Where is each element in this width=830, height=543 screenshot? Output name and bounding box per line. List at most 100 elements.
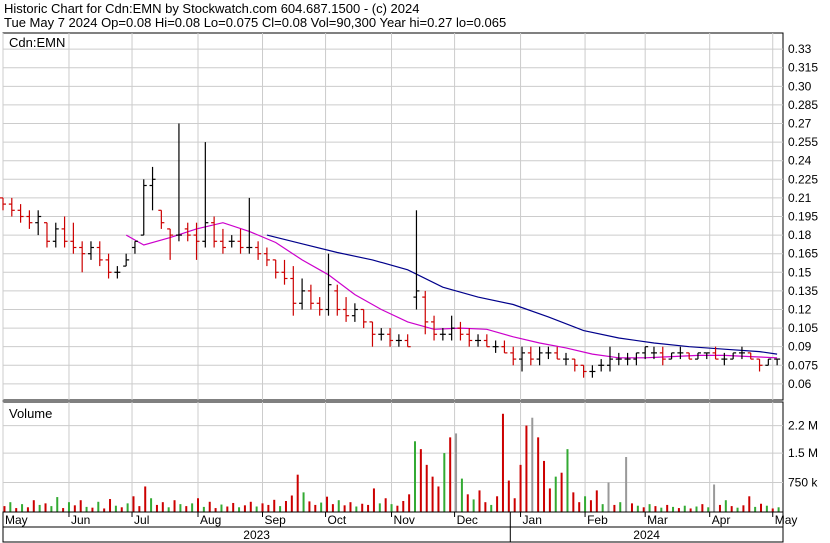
volume-bar xyxy=(689,508,692,512)
volume-bar xyxy=(378,503,381,512)
volume-bar xyxy=(337,500,340,512)
volume-bar xyxy=(261,503,264,512)
volume-bar xyxy=(777,507,780,512)
volume-bar xyxy=(15,508,18,512)
price-y-tick-label: 0.285 xyxy=(788,98,818,112)
volume-bar xyxy=(144,486,147,512)
volume-bar xyxy=(595,490,598,512)
volume-bar xyxy=(466,494,469,512)
volume-bar xyxy=(672,506,675,512)
volume-bar xyxy=(560,472,563,512)
price-y-tick-label: 0.33 xyxy=(788,42,812,56)
volume-bar xyxy=(56,497,59,512)
volume-bar xyxy=(736,507,739,512)
volume-bar xyxy=(167,507,170,512)
volume-bar xyxy=(132,496,135,512)
volume-bar xyxy=(771,508,774,512)
volume-bar xyxy=(472,499,475,512)
price-y-tick-label: 0.06 xyxy=(788,377,812,391)
volume-bar xyxy=(73,505,76,512)
volume-bar xyxy=(660,507,663,512)
volume-bar xyxy=(713,484,716,512)
volume-bar xyxy=(320,502,323,512)
volume-bar xyxy=(50,506,53,512)
volume-bar xyxy=(79,500,82,512)
volume-bar xyxy=(742,505,745,512)
price-y-tick-label: 0.195 xyxy=(788,210,818,224)
volume-bar xyxy=(232,502,235,512)
volume-bar xyxy=(443,453,446,512)
price-y-tick-label: 0.255 xyxy=(788,135,818,149)
volume-bar xyxy=(718,504,721,512)
volume-bar xyxy=(572,492,575,512)
volume-y-tick-label: 750 k xyxy=(788,476,818,490)
volume-bar xyxy=(566,449,569,512)
volume-bar xyxy=(109,499,112,512)
price-y-tick-label: 0.09 xyxy=(788,340,812,354)
volume-bar xyxy=(308,501,311,512)
volume-bar xyxy=(44,503,47,512)
volume-bar xyxy=(214,508,217,512)
volume-bar xyxy=(138,506,141,512)
volume-bar xyxy=(267,504,270,512)
month-tick-label: Nov xyxy=(394,513,415,527)
volume-bar xyxy=(543,460,546,512)
volume-bar xyxy=(525,425,528,512)
year-tick-label: 2023 xyxy=(243,528,270,542)
volume-bar xyxy=(455,433,458,512)
volume-bar xyxy=(724,500,727,512)
volume-bar xyxy=(765,505,768,512)
volume-bar xyxy=(413,441,416,512)
volume-bar xyxy=(584,496,587,512)
volume-bar xyxy=(372,488,375,512)
volume-bar xyxy=(290,495,293,512)
volume-bar xyxy=(67,502,70,512)
month-tick-label: Dec xyxy=(457,513,478,527)
volume-bar xyxy=(507,480,510,512)
volume-bar xyxy=(179,504,182,512)
volume-y-axis: 2.2 M 1.5 M 750 k xyxy=(788,419,818,490)
volume-bar xyxy=(607,482,610,512)
volume-bar xyxy=(402,501,405,512)
volume-bar xyxy=(419,449,422,512)
month-tick-label: Aug xyxy=(200,513,221,527)
volume-bar xyxy=(361,503,364,512)
price-y-tick-label: 0.225 xyxy=(788,172,818,186)
volume-bar xyxy=(220,504,223,512)
volume-bar xyxy=(654,506,657,512)
volume-bar xyxy=(437,486,440,512)
price-y-tick-label: 0.315 xyxy=(788,61,818,75)
volume-bar xyxy=(513,498,516,512)
volume-bar xyxy=(619,502,622,512)
volume-bar xyxy=(695,506,698,512)
volume-panel-label: Volume xyxy=(9,406,52,421)
volume-bar xyxy=(126,503,129,512)
volume-bar xyxy=(355,506,358,512)
year-tick-label: 2024 xyxy=(633,528,660,542)
volume-bar xyxy=(238,507,241,512)
price-y-tick-label: 0.18 xyxy=(788,228,812,242)
volume-bar xyxy=(26,507,29,512)
volume-bar xyxy=(748,496,751,512)
price-y-tick-label: 0.075 xyxy=(788,358,818,372)
volume-bar xyxy=(173,500,176,512)
volume-bar xyxy=(625,457,628,512)
volume-bar xyxy=(501,413,504,512)
volume-bar xyxy=(554,476,557,512)
volume-bar xyxy=(648,504,651,512)
volume-bar xyxy=(408,494,411,512)
volume-bar xyxy=(249,501,252,512)
volume-bar xyxy=(431,476,434,512)
volume-bar xyxy=(701,504,704,512)
month-tick-label: Jun xyxy=(71,513,90,527)
price-y-tick-label: 0.27 xyxy=(788,117,812,131)
month-tick-label: May xyxy=(775,513,798,527)
volume-panel xyxy=(2,401,784,513)
volume-bar xyxy=(630,503,633,512)
volume-bar xyxy=(396,505,399,512)
volume-bar xyxy=(537,437,540,512)
volume-bar xyxy=(202,506,205,512)
volume-bar xyxy=(384,498,387,512)
volume-bar xyxy=(707,507,710,512)
price-y-tick-label: 0.15 xyxy=(788,265,812,279)
